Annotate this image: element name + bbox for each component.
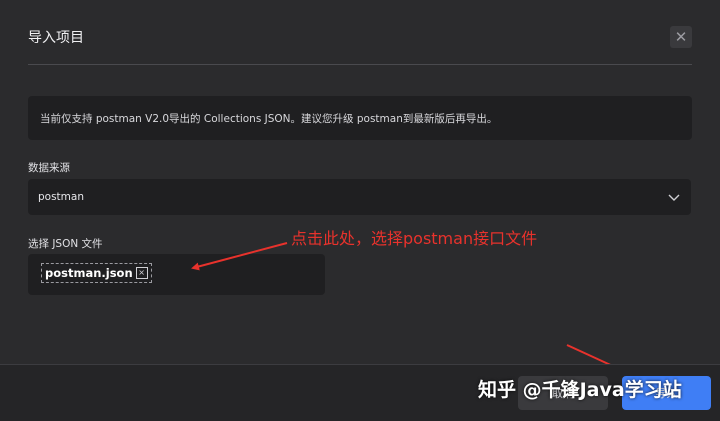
watermark: 知乎 @千锋Java学习站 — [478, 379, 682, 401]
annotation-text: 点击此处，选择postman接口文件 — [291, 229, 538, 248]
source-label: 数据来源 — [28, 162, 70, 174]
close-button[interactable]: ✕ — [670, 26, 692, 48]
close-icon: ✕ — [674, 28, 688, 46]
file-upload-field[interactable]: postman.json × — [28, 254, 325, 295]
notice-text: 当前仅支持 postman V2.0导出的 Collections JSON。建… — [40, 112, 498, 125]
file-label: 选择 JSON 文件 — [28, 238, 103, 250]
chevron-down-icon — [668, 194, 680, 201]
selected-file-chip: postman.json × — [41, 263, 152, 283]
remove-file-icon[interactable]: × — [135, 267, 148, 279]
title-divider — [28, 64, 692, 65]
file-name: postman.json — [45, 266, 133, 280]
source-select-value: postman — [38, 191, 84, 203]
import-project-dialog: 导入项目 ✕ 当前仅支持 postman V2.0导出的 Collections… — [0, 0, 720, 421]
source-select[interactable]: postman — [28, 179, 691, 215]
notice-box: 当前仅支持 postman V2.0导出的 Collections JSON。建… — [28, 96, 692, 140]
dialog-title: 导入项目 — [28, 30, 84, 46]
